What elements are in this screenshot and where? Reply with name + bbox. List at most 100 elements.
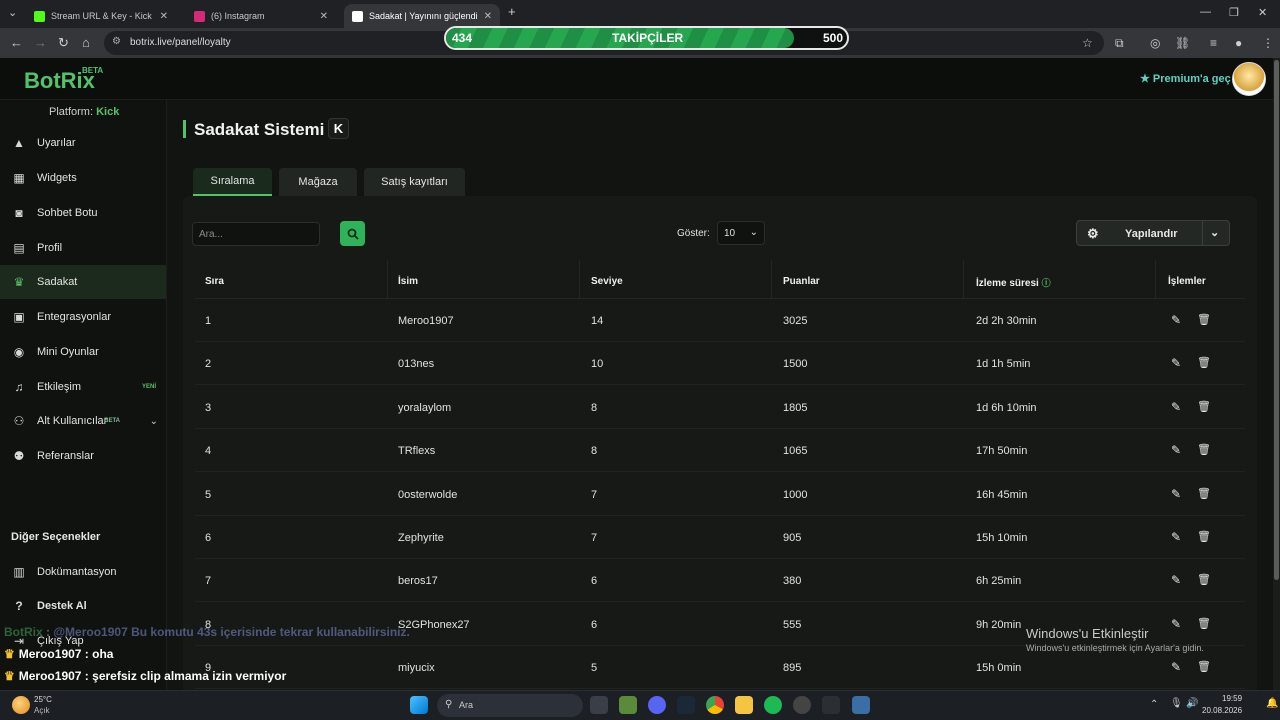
sidebar-item-docs[interactable]: ▥ Dokümantasyon <box>0 555 166 589</box>
cell-points: 1065 <box>783 445 808 458</box>
delete-icon[interactable]: 🗑 <box>1197 530 1211 543</box>
page-size-select[interactable]: 10 ⌄ <box>717 221 765 245</box>
browser-tab-instagram[interactable]: (6) Instagram ✕ <box>186 4 336 28</box>
davinci-icon[interactable] <box>822 696 840 714</box>
browser-tab-kick[interactable]: Stream URL & Key - Kick Dashb ✕ <box>26 4 176 28</box>
clock-time[interactable]: 19:59 <box>1222 694 1242 703</box>
delete-icon[interactable]: 🗑 <box>1197 573 1211 586</box>
new-tab-icon[interactable]: + <box>508 4 516 19</box>
delete-icon[interactable]: 🗑 <box>1197 660 1211 673</box>
sidebar-item-referrals[interactable]: ⚉ Referanslar <box>0 439 166 473</box>
handshake-icon: ⚉ <box>13 449 25 463</box>
menu-icon[interactable]: ⋮ <box>1262 36 1274 50</box>
browser-tab-botrix[interactable]: Sadakat | Yayınını güçlendirmek ✕ <box>344 4 500 28</box>
sidebar-item-label: Sadakat <box>37 276 78 288</box>
chevron-down-icon[interactable]: ⌄ <box>150 416 158 427</box>
close-icon[interactable]: ✕ <box>160 11 168 22</box>
sidebar-item-widgets[interactable]: ▦ Widgets <box>0 161 166 195</box>
obs-icon[interactable] <box>793 696 811 714</box>
search-button[interactable] <box>340 221 365 246</box>
sidebar-item-loyalty[interactable]: ♛ Sadakat <box>0 265 166 299</box>
grid-icon: ▦ <box>13 171 25 185</box>
sidebar-item-alerts[interactable]: ▲ Uyarılar <box>0 126 166 160</box>
title-accent <box>183 120 186 138</box>
forward-icon[interactable]: → <box>34 35 47 50</box>
sidebar-item-chatbot[interactable]: ◙ Sohbet Botu <box>0 196 166 230</box>
sidebar-item-minigames[interactable]: ◉ Mini Oyunlar <box>0 335 166 369</box>
edit-icon[interactable]: ✎ <box>1171 660 1181 674</box>
site-info-icon[interactable]: ⚙ <box>112 36 121 47</box>
search-input[interactable] <box>192 222 320 246</box>
tab-ranking[interactable]: Sıralama <box>193 168 272 196</box>
premium-link[interactable]: ★ Premium'a geç <box>1140 72 1231 85</box>
clock-date[interactable]: 20.08.2026 <box>1202 706 1242 715</box>
info-icon[interactable]: ⓘ <box>1042 278 1051 288</box>
file-explorer-icon[interactable] <box>735 696 753 714</box>
sidebar-item-subusers[interactable]: ⚇ Alt Kullanıcılar BETA ⌄ <box>0 404 166 438</box>
close-icon[interactable]: ✕ <box>320 11 328 22</box>
delete-icon[interactable]: 🗑 <box>1197 400 1211 413</box>
bookmark-star-icon[interactable]: ☆ <box>1082 36 1093 50</box>
sidebar-item-integrations[interactable]: ▣ Entegrasyonlar <box>0 300 166 334</box>
edit-icon[interactable]: ✎ <box>1171 356 1181 370</box>
tab-search-icon[interactable]: ⌄ <box>8 6 17 19</box>
task-view-icon[interactable] <box>590 696 608 714</box>
tab-sales-log[interactable]: Satış kayıtları <box>364 168 465 196</box>
home-icon[interactable]: ⌂ <box>82 35 90 50</box>
discord-icon[interactable] <box>648 696 666 714</box>
spotify-icon[interactable] <box>764 696 782 714</box>
column-header-level[interactable]: Seviye <box>591 276 623 287</box>
configure-button[interactable]: ⚙ Yapılandır ⌄ <box>1076 220 1230 246</box>
delete-icon[interactable]: 🗑 <box>1197 617 1211 630</box>
edit-icon[interactable]: ✎ <box>1171 443 1181 457</box>
sidebar-item-label: Uyarılar <box>37 137 76 149</box>
edit-icon[interactable]: ✎ <box>1171 400 1181 414</box>
weather-icon[interactable] <box>12 696 30 714</box>
profile-icon[interactable]: ● <box>1235 36 1242 50</box>
sidebar-item-support[interactable]: ? Destek Al <box>0 589 166 623</box>
reload-icon[interactable]: ↻ <box>58 35 69 51</box>
column-header-points[interactable]: Puanlar <box>783 276 820 287</box>
avatar[interactable] <box>1232 62 1266 96</box>
extensions-icon[interactable]: ⧉ <box>1115 36 1124 51</box>
edit-icon[interactable]: ✎ <box>1171 573 1181 587</box>
delete-icon[interactable]: 🗑 <box>1197 356 1211 369</box>
speaker-icon[interactable]: 🔊 <box>1186 698 1198 709</box>
cell-rank: 2 <box>205 358 212 371</box>
column-header-rank[interactable]: Sıra <box>205 276 224 287</box>
back-icon[interactable]: ← <box>10 35 23 50</box>
edit-icon[interactable]: ✎ <box>1171 487 1181 501</box>
chat-text: şerefsiz clip almama izin vermiyor <box>92 669 287 683</box>
tab-shop[interactable]: Mağaza <box>279 168 357 196</box>
media-icon[interactable]: ≡ <box>1210 36 1217 50</box>
edit-icon[interactable]: ✎ <box>1171 313 1181 327</box>
sidebar-item-interaction[interactable]: ♫ Etkileşim YENİ <box>0 370 166 404</box>
microphone-icon[interactable]: 🎙 <box>1170 698 1183 709</box>
link-icon[interactable]: ⛓ <box>1175 36 1190 50</box>
close-icon[interactable]: ✕ <box>484 11 492 22</box>
minimize-icon[interactable]: — <box>1200 6 1211 18</box>
chevron-up-icon[interactable]: ⌃ <box>1150 699 1158 710</box>
sidebar-item-profile[interactable]: ▤ Profil <box>0 231 166 265</box>
cell-rank: 6 <box>205 532 212 544</box>
chrome-icon[interactable] <box>706 696 724 714</box>
column-header-watchtime[interactable]: İzleme süresi ⓘ <box>976 276 1051 289</box>
column-header-name[interactable]: İsim <box>398 276 418 287</box>
maximize-icon[interactable]: ❐ <box>1229 6 1239 19</box>
cell-watchtime: 2d 2h 30min <box>976 315 1037 327</box>
app-icon[interactable] <box>852 696 870 714</box>
delete-icon[interactable]: 🗑 <box>1197 487 1211 500</box>
delete-icon[interactable]: 🗑 <box>1197 443 1211 456</box>
delete-icon[interactable]: 🗑 <box>1197 313 1211 326</box>
edit-icon[interactable]: ✎ <box>1171 530 1181 544</box>
steam-icon[interactable] <box>677 696 695 714</box>
edit-icon[interactable]: ✎ <box>1171 617 1181 631</box>
window-close-icon[interactable]: ✕ <box>1258 6 1267 19</box>
scrollbar-thumb[interactable] <box>1274 60 1279 580</box>
minecraft-icon[interactable] <box>619 696 637 714</box>
taskbar-search[interactable]: ⚲ Ara <box>437 694 583 717</box>
notification-icon[interactable]: 🔔 <box>1266 698 1278 709</box>
chevron-down-icon[interactable]: ⌄ <box>1210 226 1219 239</box>
start-icon[interactable] <box>410 696 428 714</box>
screenshot-icon[interactable]: ◎ <box>1150 36 1160 50</box>
